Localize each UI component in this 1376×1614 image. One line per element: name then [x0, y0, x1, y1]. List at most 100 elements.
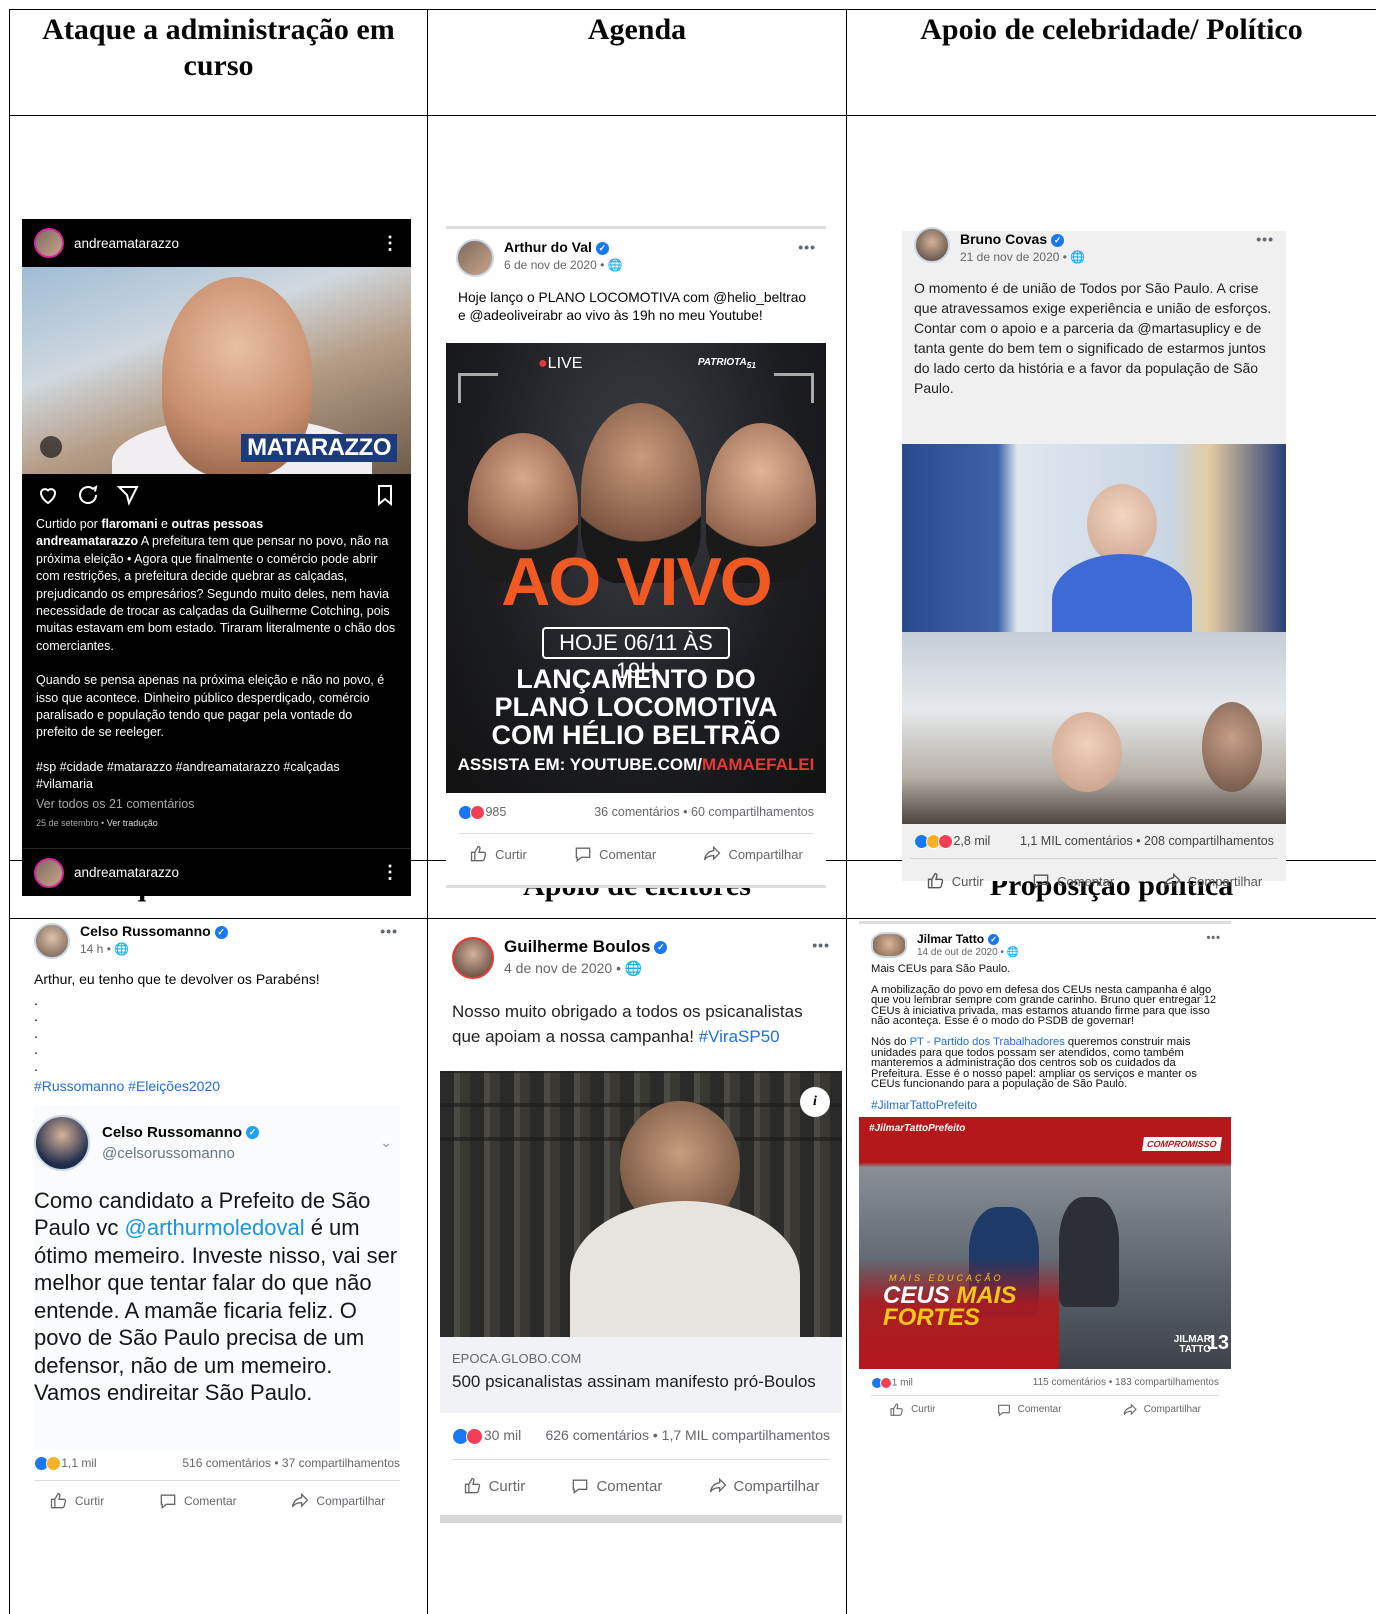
reaction-count[interactable]: 1,1 mil	[61, 1456, 96, 1470]
caption-text: A prefeitura tem que pensar no povo, não…	[36, 534, 396, 653]
reel-icon	[40, 436, 62, 458]
author-name[interactable]: Arthur do Val	[504, 239, 592, 255]
like-button[interactable]: Curtir	[926, 871, 984, 891]
share-icon[interactable]	[116, 483, 140, 507]
reaction-count[interactable]: 1 mil	[892, 1377, 913, 1388]
reaction-count[interactable]: 2,8 mil	[953, 834, 990, 848]
share-button[interactable]: Compartilhar	[702, 844, 803, 864]
comment-button[interactable]: Comentar	[996, 1402, 1062, 1418]
comment-icon	[1033, 874, 1049, 890]
heart-icon[interactable]	[36, 483, 60, 507]
post-date[interactable]: 4 de nov de 2020 •	[504, 960, 625, 976]
avatar[interactable]	[871, 932, 907, 958]
tweet-author[interactable]: Celso Russomanno	[102, 1124, 242, 1141]
cell-voters-post: Guilherme Boulos ✓ 4 de nov de 2020 • 🌐 •…	[427, 918, 847, 1614]
post-date[interactable]: 14 de out de 2020 •	[917, 947, 1007, 958]
comment-icon	[575, 847, 591, 863]
more-options-icon[interactable]: •••	[798, 239, 816, 255]
engagement-stats[interactable]: 115 comentários • 183 compartilhamentos	[1033, 1377, 1219, 1395]
title-line-3: COM HÉLIO BELTRÃO	[491, 720, 781, 750]
like-button[interactable]: Curtir	[49, 1491, 104, 1511]
share-button[interactable]: Compartilhar	[1122, 1402, 1201, 1418]
author-name[interactable]: Bruno Covas	[960, 231, 1047, 247]
more-options-icon[interactable]: •••	[1206, 932, 1221, 944]
globe-icon: 🌐	[114, 942, 130, 956]
author-name[interactable]: Guilherme Boulos	[504, 937, 650, 956]
avatar[interactable]	[456, 239, 494, 277]
image-title-3: FORTES	[883, 1303, 980, 1331]
engagement-stats[interactable]: 626 comentários • 1,7 MIL compartilhamen…	[545, 1427, 830, 1459]
like-button[interactable]: Curtir	[889, 1402, 936, 1418]
engagement-stats[interactable]: 36 comentários • 60 compartilhamentos	[594, 805, 814, 833]
comment-button[interactable]: Comentar	[570, 1476, 662, 1496]
more-options-icon[interactable]: ⋮	[381, 233, 399, 254]
post-text: Hoje lanço o PLANO LOCOMOTIVA com @helio…	[458, 290, 807, 323]
post-text: O momento é de união de Todos por São Pa…	[914, 280, 1272, 396]
post-image-2[interactable]	[902, 632, 1286, 824]
link-headline[interactable]: 500 psicanalistas assinam manifesto pró-…	[452, 1372, 830, 1392]
tweet-mention[interactable]: @arthurmoledoval	[125, 1215, 305, 1240]
hashtags[interactable]: #Russomanno #Eleições2020	[34, 1078, 400, 1095]
caption-text-2: Quando se pensa apenas na próxima eleiçã…	[36, 673, 385, 740]
like-button[interactable]: Curtir	[463, 1476, 525, 1496]
username[interactable]: andreamatarazzo	[74, 236, 179, 251]
avatar[interactable]	[452, 937, 494, 979]
comment-button[interactable]: Comentar	[573, 844, 656, 864]
avatar[interactable]	[34, 857, 64, 888]
more-options-icon[interactable]: •••	[380, 923, 398, 939]
globe-icon: 🌐	[624, 960, 643, 976]
bookmark-icon[interactable]	[373, 483, 397, 507]
post-date[interactable]: 21 de nov de 2020 •	[960, 250, 1070, 264]
comment-button[interactable]: Comentar	[1031, 871, 1114, 891]
more-options-icon[interactable]: •••	[1256, 231, 1274, 247]
instagram-footer: andreamatarazzo ⋮	[22, 848, 411, 896]
info-icon[interactable]: i	[800, 1087, 830, 1117]
comment-icon	[573, 1479, 588, 1495]
author-name[interactable]: Jilmar Tatto	[917, 932, 984, 946]
caption: Curtido por flaromani e outras pessoas a…	[36, 517, 397, 829]
hashtags[interactable]: #sp #cidade #matarazzo #andreamatarazzo …	[36, 759, 397, 794]
avatar[interactable]	[34, 228, 64, 258]
liked-user[interactable]: flaromani	[101, 517, 157, 531]
avatar[interactable]	[34, 923, 70, 959]
link-domain: EPOCA.GLOBO.COM	[452, 1351, 582, 1366]
reaction-count[interactable]: 30 mil	[484, 1427, 521, 1443]
liked-others[interactable]: outras pessoas	[171, 517, 263, 531]
translate-link[interactable]: Ver tradução	[107, 818, 158, 828]
post-image[interactable]: ●LIVE PATRIOTA51 AO VIVO HOJE 06/11 ÀS 1…	[446, 343, 826, 793]
engagement-stats[interactable]: 1,1 MIL comentários • 208 compartilhamen…	[1020, 834, 1274, 858]
more-options-icon[interactable]: •••	[812, 937, 830, 953]
share-button[interactable]: Compartilhar	[708, 1476, 819, 1496]
chevron-down-icon[interactable]: ⌄	[380, 1134, 392, 1151]
view-comments-link[interactable]: Ver todos os 21 comentários	[36, 796, 397, 813]
author-name[interactable]: Celso Russomanno	[80, 923, 211, 939]
post-image-1[interactable]	[902, 444, 1286, 632]
share-icon	[704, 845, 721, 861]
hashtag[interactable]: #ViraSP50	[699, 1027, 780, 1046]
more-options-icon[interactable]: ⋮	[381, 862, 399, 883]
thumbs-up-icon	[927, 872, 943, 889]
like-button[interactable]: Curtir	[469, 844, 527, 864]
caption-user[interactable]: andreamatarazzo	[36, 534, 138, 548]
comment-icon	[997, 1404, 1010, 1416]
hashtag[interactable]: #JilmarTattoPrefeito	[871, 1099, 1219, 1111]
link-preview-image[interactable]: i	[440, 1071, 842, 1337]
username[interactable]: andreamatarazzo	[74, 865, 179, 880]
reaction-count[interactable]: 985	[485, 805, 506, 819]
link-preview[interactable]: EPOCA.GLOBO.COM 500 psicanalistas assina…	[440, 1337, 842, 1413]
post-image[interactable]: MATARAZZO	[22, 267, 411, 474]
embedded-tweet[interactable]: Celso Russomanno ✓ @celsorussomanno ⌄ Com…	[34, 1104, 400, 1450]
tweet-handle[interactable]: @celsorussomanno	[102, 1145, 259, 1162]
post-date[interactable]: 6 de nov de 2020 •	[504, 258, 608, 272]
dot-line: .	[34, 1024, 38, 1041]
share-button[interactable]: Compartilhar	[1162, 871, 1262, 891]
thumbs-up-icon	[470, 845, 487, 862]
share-button[interactable]: Compartilhar	[290, 1491, 385, 1511]
post-date[interactable]: 14 h •	[80, 942, 114, 956]
post-image[interactable]: #JilmarTattoPrefeito COMPROMISSO MAIS ED…	[859, 1116, 1231, 1369]
avatar[interactable]	[34, 1114, 90, 1171]
avatar[interactable]	[914, 227, 950, 263]
comment-button[interactable]: Comentar	[158, 1491, 237, 1511]
comment-icon[interactable]	[76, 483, 100, 507]
engagement-stats[interactable]: 516 comentários • 37 compartilhamentos	[182, 1456, 400, 1480]
